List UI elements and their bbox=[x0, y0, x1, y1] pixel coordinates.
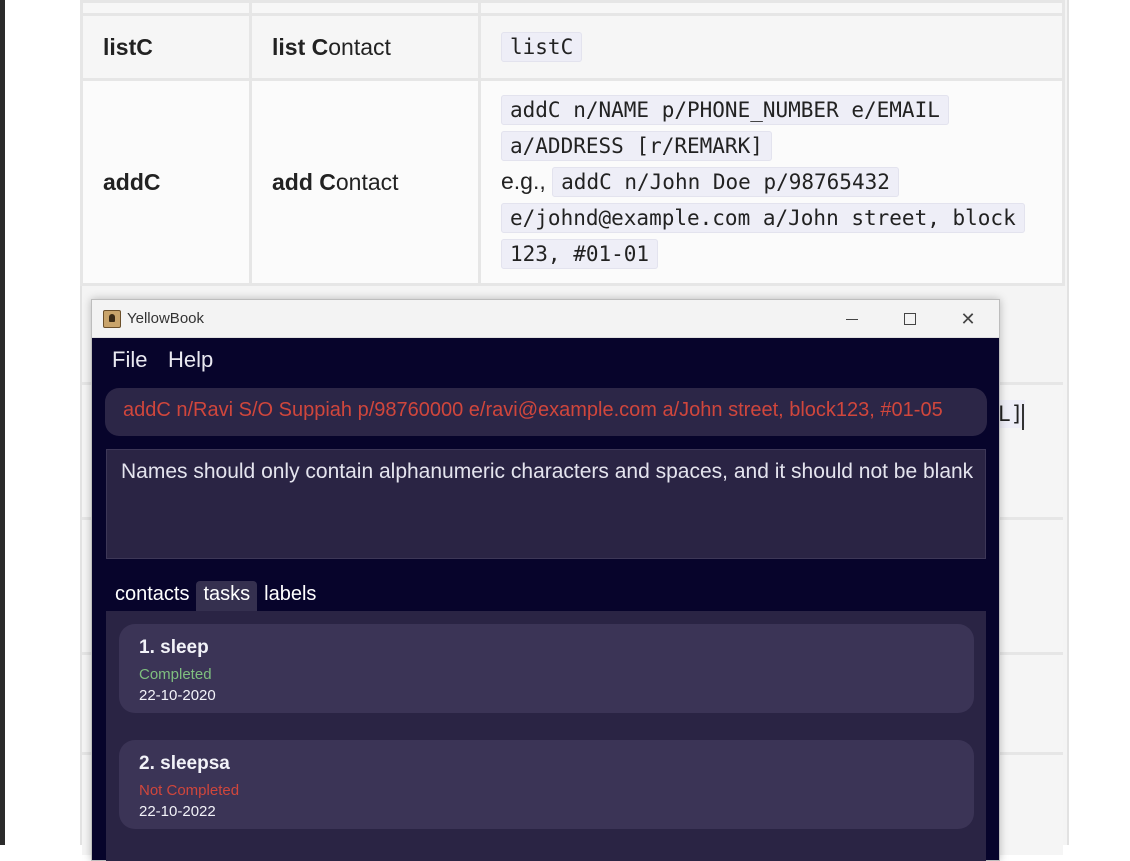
example-code-line: addC n/John Doe p/98765432 bbox=[552, 167, 899, 197]
action-rest: ontact bbox=[328, 33, 391, 60]
text-cursor bbox=[1022, 404, 1024, 430]
menu-bar: File Help bbox=[92, 338, 999, 383]
command-summary-table: listC list Contact listC addC add Contac… bbox=[80, 0, 1065, 286]
action-cell: add Contact bbox=[249, 78, 481, 286]
task-date: 22-10-2022 bbox=[139, 803, 216, 820]
task-title: 1. sleep bbox=[139, 637, 209, 658]
format-code-line: addC n/NAME p/PHONE_NUMBER e/EMAIL bbox=[501, 95, 949, 125]
close-button[interactable]: ✕ bbox=[945, 304, 991, 334]
task-card[interactable]: 1. sleep Completed 22-10-2020 bbox=[119, 624, 974, 713]
action-bold: add C bbox=[272, 168, 336, 195]
title-bar[interactable]: YellowBook ✕ bbox=[92, 300, 999, 338]
task-date: 22-10-2020 bbox=[139, 687, 216, 704]
menu-file[interactable]: File bbox=[112, 347, 147, 373]
yellowbook-window: YellowBook ✕ File Help Names should only… bbox=[91, 299, 1000, 861]
task-status: Not Completed bbox=[139, 782, 240, 799]
example-prefix: e.g., bbox=[501, 168, 546, 194]
maximize-icon bbox=[904, 313, 916, 325]
task-list-panel[interactable]: 1. sleep Completed 22-10-2020 2. sleepsa… bbox=[106, 611, 986, 861]
window-title: YellowBook bbox=[127, 310, 204, 327]
task-card[interactable]: 2. sleepsa Not Completed 22-10-2022 bbox=[119, 740, 974, 829]
table-row: listC list Contact listC bbox=[80, 13, 1065, 81]
command-input[interactable] bbox=[121, 398, 975, 423]
table-row bbox=[80, 0, 1065, 16]
background-code-fragment: L] bbox=[996, 400, 1026, 428]
action-cell: list Contact bbox=[249, 13, 481, 81]
result-display: Names should only contain alphanumeric c… bbox=[106, 449, 986, 559]
command-cell: listC bbox=[80, 13, 252, 81]
table-row: addC add Contact addC n/NAME p/PHONE_NUM… bbox=[80, 78, 1065, 286]
minimize-button[interactable] bbox=[829, 304, 875, 334]
result-message: Names should only contain alphanumeric c… bbox=[121, 460, 974, 483]
tab-labels[interactable]: labels bbox=[257, 581, 323, 611]
example-code-line: 123, #01-01 bbox=[501, 239, 659, 269]
action-rest: ontact bbox=[335, 168, 399, 195]
task-title: 2. sleepsa bbox=[139, 753, 230, 774]
format-cell: addC n/NAME p/PHONE_NUMBER e/EMAIL a/ADD… bbox=[478, 78, 1065, 286]
format-code-line: a/ADDRESS [r/REMARK] bbox=[501, 131, 772, 161]
tab-bar: contacts tasks labels bbox=[108, 581, 323, 611]
menu-help[interactable]: Help bbox=[168, 347, 213, 373]
format-cell: listC bbox=[478, 13, 1065, 81]
action-bold: list C bbox=[272, 33, 329, 60]
task-status: Completed bbox=[139, 666, 212, 683]
app-icon bbox=[103, 310, 121, 328]
minimize-icon bbox=[846, 318, 858, 320]
maximize-button[interactable] bbox=[887, 304, 933, 334]
example-code-line: e/johnd@example.com a/John street, block bbox=[501, 203, 1025, 233]
format-code: listC bbox=[501, 31, 583, 62]
command-cell: addC bbox=[80, 78, 252, 286]
window-left-edge bbox=[0, 0, 5, 845]
tab-tasks[interactable]: tasks bbox=[196, 581, 258, 611]
tab-contacts[interactable]: contacts bbox=[108, 581, 196, 611]
command-box bbox=[105, 388, 987, 436]
close-icon: ✕ bbox=[960, 308, 976, 329]
